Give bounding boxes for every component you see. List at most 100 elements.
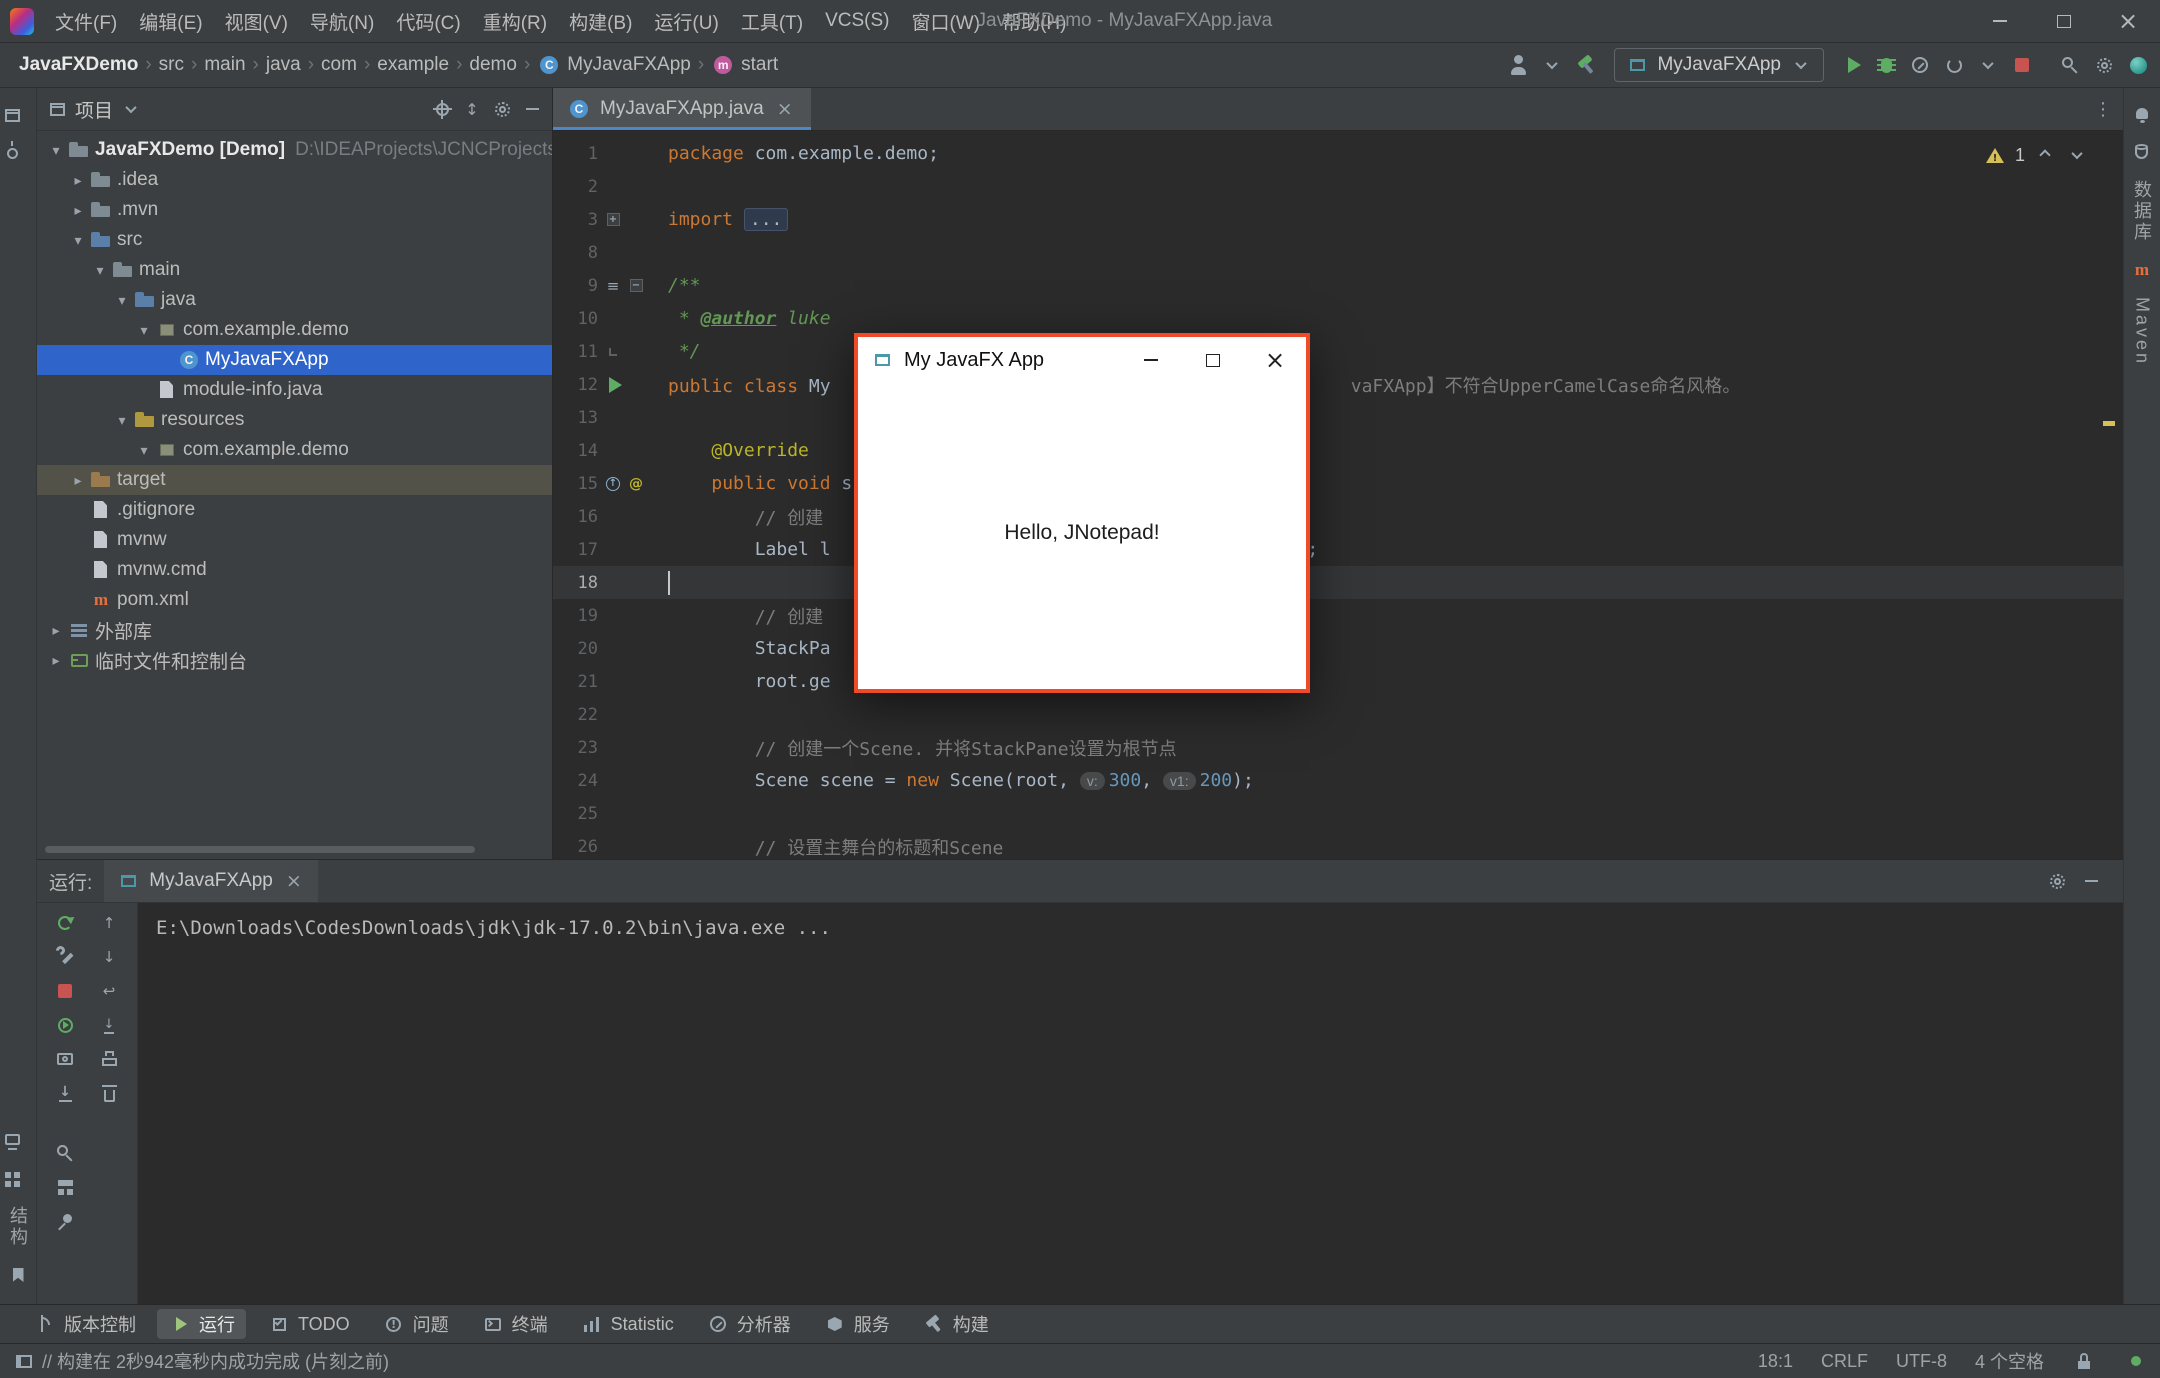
override-icon[interactable] [602, 473, 624, 495]
settings-icon[interactable] [490, 97, 514, 121]
status-widget[interactable]: UTF-8 [1896, 1351, 1947, 1372]
tree-item[interactable]: resources [37, 405, 552, 435]
code-line[interactable]: 24 Scene scene = new Scene(root, v:300, … [553, 764, 2123, 797]
code-line[interactable]: 3import ... [553, 203, 2123, 236]
chevron-down-icon[interactable] [1540, 53, 1564, 77]
toolwindow-button[interactable]: 终端 [470, 1309, 559, 1339]
menu-item[interactable]: 重构(R) [472, 0, 558, 42]
code-line[interactable]: 25 [553, 797, 2123, 830]
chevron-down-icon[interactable] [2065, 143, 2089, 167]
more-icon[interactable] [2091, 97, 2115, 121]
code-editor[interactable]: 1 1package com.example.demo;23import ...… [553, 131, 2123, 859]
toolwindow-button[interactable]: 问题 [371, 1309, 460, 1339]
toolwindow-button[interactable]: 构建 [911, 1309, 1000, 1339]
win-close-icon[interactable] [1244, 337, 1306, 383]
stop-icon[interactable] [2010, 53, 2034, 77]
camera-icon[interactable] [53, 1047, 77, 1071]
collapse-all-icon[interactable] [460, 97, 484, 121]
code-line[interactable]: 11 */ [553, 335, 2123, 368]
settings-icon[interactable] [2092, 53, 2116, 77]
toolwindow-button[interactable]: 服务 [812, 1309, 901, 1339]
tree-item[interactable]: .gitignore [37, 495, 552, 525]
renderdoc-icon[interactable] [602, 275, 624, 297]
debug-icon[interactable] [1874, 53, 1898, 77]
breadcrumb-item[interactable]: demo [466, 54, 520, 76]
settings-icon[interactable] [2045, 869, 2069, 893]
softwrap-icon[interactable] [97, 979, 121, 1003]
toolwindow-button[interactable]: 运行 [157, 1309, 246, 1339]
tree-chevron[interactable] [67, 232, 89, 249]
tree-item[interactable]: target [37, 465, 552, 495]
maven-icon[interactable] [2130, 258, 2154, 282]
code-line[interactable]: 17 Label l ); [553, 533, 2123, 566]
database-icon[interactable] [2130, 141, 2154, 165]
code-line[interactable]: 16 // 创建 [553, 500, 2123, 533]
crosshair-icon[interactable] [430, 97, 454, 121]
win-max-icon[interactable] [1182, 337, 1244, 383]
close-icon[interactable] [773, 97, 797, 121]
code-line[interactable]: 13 [553, 401, 2123, 434]
code-line[interactable]: 9/** [553, 269, 2123, 302]
run-console[interactable]: E:\Downloads\CodesDownloads\jdk\jdk-17.0… [138, 903, 2123, 1304]
code-line[interactable]: 10 * @author luke [553, 302, 2123, 335]
javafx-window-titlebar[interactable]: My JavaFX App [858, 337, 1306, 383]
commit-icon[interactable] [0, 141, 24, 165]
bell-icon[interactable] [2130, 103, 2154, 127]
profiler-icon[interactable] [1908, 53, 1932, 77]
import-icon[interactable] [53, 1081, 77, 1105]
tool-stripe-label[interactable]: Maven [2132, 297, 2153, 366]
project-panel-title[interactable]: 项目 [75, 96, 113, 123]
trash-icon[interactable] [97, 1081, 121, 1105]
toolwin-icon[interactable] [12, 1349, 36, 1373]
breadcrumb-item[interactable]: com [318, 54, 360, 76]
menu-item[interactable]: VCS(S) [814, 0, 900, 42]
menu-item[interactable]: 构建(B) [558, 0, 643, 42]
code-line[interactable]: 2 [553, 170, 2123, 203]
toolwindow-button[interactable]: 版本控制 [22, 1309, 147, 1339]
breadcrumb-item[interactable]: java [263, 54, 304, 76]
scrollend-icon[interactable] [97, 1013, 121, 1037]
menu-item[interactable]: 视图(V) [214, 0, 299, 42]
breadcrumb-item[interactable]: JavaFXDemo [16, 54, 141, 76]
chevron-down-icon[interactable] [119, 97, 143, 121]
status-widget[interactable]: 4 个空格 [1975, 1348, 2044, 1374]
menu-item[interactable]: 文件(F) [44, 0, 128, 42]
tree-chevron[interactable] [111, 292, 133, 309]
win-min-icon[interactable] [1120, 337, 1182, 383]
code-line[interactable]: 14 @Override [553, 434, 2123, 467]
menu-item[interactable]: 代码(C) [385, 0, 471, 42]
monitor-icon[interactable] [0, 1129, 24, 1153]
code-line[interactable]: 21 root.ge [553, 665, 2123, 698]
horizontal-scrollbar[interactable] [45, 846, 475, 853]
tree-chevron[interactable] [45, 142, 67, 159]
up-icon[interactable] [97, 911, 121, 935]
search-icon[interactable] [2058, 53, 2082, 77]
tree-item[interactable]: module-info.java [37, 375, 552, 405]
scrollbar-warning-mark[interactable] [2103, 421, 2115, 426]
tree-chevron[interactable] [133, 442, 155, 459]
tree-chevron[interactable] [67, 172, 89, 189]
close-icon[interactable] [282, 869, 306, 893]
tree-item[interactable]: main [37, 255, 552, 285]
down-icon[interactable] [97, 945, 121, 969]
tree-chevron[interactable] [67, 472, 89, 489]
tree-chevron[interactable] [111, 412, 133, 429]
tree-item[interactable]: com.example.demo [37, 435, 552, 465]
fold-end-icon[interactable] [602, 341, 624, 363]
at-icon[interactable] [625, 473, 647, 495]
wrench-icon[interactable] [53, 945, 77, 969]
tree-item[interactable]: 临时文件和控制台 [37, 645, 552, 675]
hide-icon[interactable] [2079, 869, 2103, 893]
tree-item[interactable]: mvnw.cmd [37, 555, 552, 585]
inspection-widget[interactable]: 1 [1983, 143, 2089, 167]
run-icon[interactable] [1840, 53, 1864, 77]
run-icon[interactable] [602, 374, 624, 396]
indicator-icon[interactable] [2124, 1349, 2148, 1373]
tree-item[interactable]: java [37, 285, 552, 315]
run-configuration-select[interactable]: MyJavaFXApp [1614, 48, 1824, 82]
chevron-down-icon[interactable] [1976, 53, 2000, 77]
menu-item[interactable]: 编辑(E) [128, 0, 213, 42]
user-icon[interactable] [1506, 53, 1530, 77]
stop-icon[interactable] [53, 979, 77, 1003]
bookmark-icon[interactable] [6, 1263, 30, 1287]
